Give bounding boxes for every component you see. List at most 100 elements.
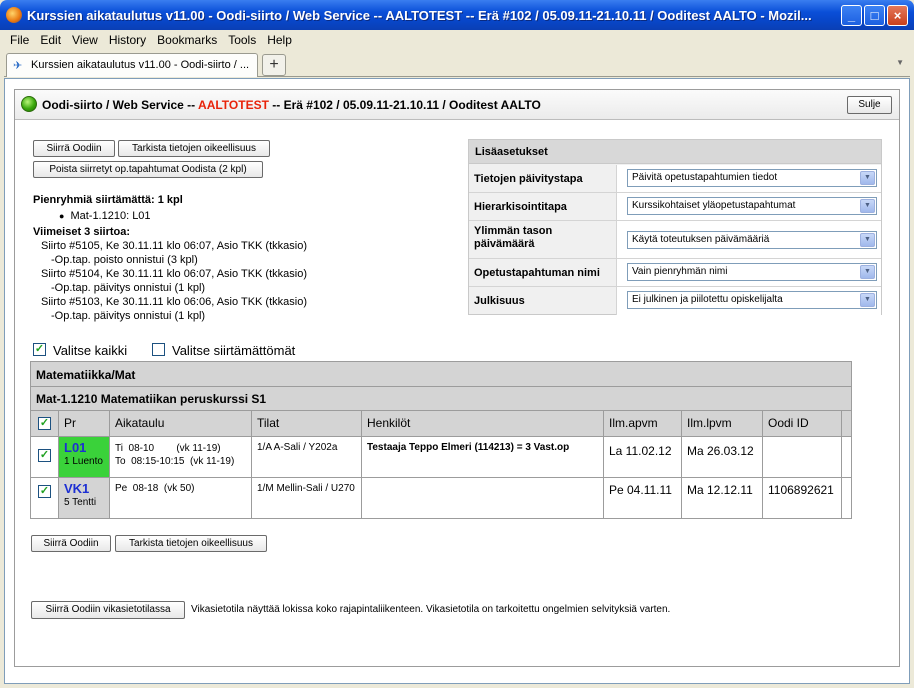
tab-strip: ✈ Kurssien aikataulutus v11.00 - Oodi-si… [4,50,910,77]
tab-label: Kurssien aikataulutus v11.00 - Oodi-siir… [31,59,250,71]
setting-label: Julkisuus [474,295,525,307]
persons-cell: Testaaja Teppo Elmeri (114213) = 3 Vast.… [362,437,604,477]
oodi-id-cell [763,437,842,477]
transfer-log-line: Siirto #5103, Ke 30.11.11 klo 06:06, Asi… [41,296,307,308]
status-ok-icon [21,96,37,112]
setting-row: Julkisuus Ei julkinen ja piilotettu opis… [469,287,881,315]
table-header-row: ✓ Pr Aikataulu Tilat Henkilöt Ilm.apvm I… [31,411,851,437]
transfer-button-bottom[interactable]: Siirrä Oodiin [31,535,111,552]
group-type: 5 Tentti [64,497,97,508]
close-window-button[interactable]: × [887,5,908,26]
window-titlebar: Kurssien aikataulutus v11.00 - Oodi-siir… [0,0,914,30]
table-row[interactable]: ✓ VK1 5 Tentti Pe 08-18 (vk 50) 1/M Mell… [31,478,851,518]
chevron-down-icon: ▼ [860,199,875,213]
setting-row: Ylimmän tason päivämäärä Käytä toteutuks… [469,221,881,259]
visibility-select[interactable]: Ei julkinen ja piilotettu opiskelijalta ▼ [627,291,877,309]
setting-row: Opetustapahtuman nimi Vain pienryhmän ni… [469,259,881,287]
chevron-down-icon: ▼ [860,265,875,279]
title-environment: AALTOTEST [198,98,269,112]
menu-edit[interactable]: Edit [34,30,66,47]
group-code-link[interactable]: VK1 [64,481,105,496]
select-all-checkbox[interactable]: ✓ [33,343,46,356]
verify-button-bottom[interactable]: Tarkista tietojen oikeellisuus [115,535,267,552]
window-title: Kurssien aikataulutus v11.00 - Oodi-siir… [27,8,812,23]
schedule-line: To 08:15-10:15 (vk 11-19) [115,456,235,467]
menu-help[interactable]: Help [261,30,297,47]
schedule-cell: Ti 08-10 (vk 11-19) To 08:15-10:15 (vk 11… [110,437,252,477]
menu-history[interactable]: History [103,30,151,47]
schedule-cell: Pe 08-18 (vk 50) [110,478,252,518]
start-date-cell: La 11.02.12 [604,437,682,477]
row-select-checkbox[interactable]: ✓ [38,485,51,498]
column-header[interactable]: Ilm.apvm [604,411,682,436]
course-name: Mat-1.1210 Matematiikan peruskurssi S1 [36,392,267,406]
setting-label: Opetustapahtuman nimi [474,267,600,279]
table-row[interactable]: ✓ L01 1 Luento Ti 08-10 (vk 11-19) To 08:… [31,437,851,478]
end-date-cell: Ma 26.03.12 [682,437,763,477]
recent-transfers-title: Viimeiset 3 siirtoa: [33,226,131,238]
menu-file[interactable]: File [4,30,34,47]
select-value: Vain pienryhmän nimi [632,266,728,277]
department-label: Matematiikka/Mat [36,368,136,382]
rooms-cell: 1/A A-Sali / Y202a [252,437,362,477]
column-header[interactable]: Tilat [252,411,362,436]
select-value: Ei julkinen ja piilotettu opiskelijalta [632,294,783,305]
course-name-row: Mat-1.1210 Matematiikan peruskurssi S1 [31,387,851,411]
top-level-date-select[interactable]: Käytä toteutuksen päivämääriä ▼ [627,231,877,249]
close-panel-button[interactable]: Sulje [847,96,892,114]
column-header[interactable]: Aikataulu [110,411,252,436]
untransferred-item-label: Mat-1.1210: L01 [70,210,151,222]
select-value: Käytä toteutuksen päivämääriä [632,234,770,245]
debug-note: Vikasietotila näyttää lokissa koko rajap… [191,604,671,615]
debug-transfer-button[interactable]: Siirrä Oodiin vikasietotilassa [31,601,185,619]
group-type: 1 Luento [64,456,103,467]
hierarchy-select[interactable]: Kurssikohtaiset yläopetustapahtumat ▼ [627,197,877,215]
menu-view[interactable]: View [66,30,103,47]
event-name-select[interactable]: Vain pienryhmän nimi ▼ [627,263,877,281]
browser-tab[interactable]: ✈ Kurssien aikataulutus v11.00 - Oodi-si… [6,53,258,77]
oodi-panel: Oodi-siirto / Web Service -- AALTOTEST -… [14,89,900,667]
end-date-cell: Ma 12.12.11 [682,478,763,518]
tab-list-chevron-icon[interactable]: ▼ [896,58,904,67]
settings-title: Lisäasetukset [469,140,881,164]
untransferred-item: ● Mat-1.1210: L01 [59,210,151,222]
group-code-link[interactable]: L01 [64,440,105,455]
bullet-icon: ● [59,211,65,221]
setting-label: Tietojen päivitystapa [474,173,583,185]
update-mode-select[interactable]: Päivitä opetustapahtumien tiedot ▼ [627,169,877,187]
schedule-line: Pe 08-18 (vk 50) [115,483,195,494]
header-select-checkbox[interactable]: ✓ [38,417,51,430]
new-tab-button[interactable]: + [262,54,286,76]
transfer-button[interactable]: Siirrä Oodiin [33,140,115,157]
title-prefix: Oodi-siirto / Web Service -- [42,98,199,112]
setting-row: Tietojen päivitystapa Päivitä opetustapa… [469,165,881,193]
remove-transferred-button[interactable]: Poista siirretyt op.tapahtumat Oodista (… [33,161,263,178]
select-all-label: Valitse kaikki [53,343,128,358]
chevron-down-icon: ▼ [860,171,875,185]
verify-button[interactable]: Tarkista tietojen oikeellisuus [118,140,270,157]
group-cell: L01 1 Luento [59,437,110,477]
select-untransferred-label: Valitse siirtämättömät [172,343,296,358]
title-suffix: -- Erä #102 / 05.09.11-21.10.11 / Oodite… [268,98,541,112]
course-table: Matematiikka/Mat Mat-1.1210 Matematiikan… [30,361,852,519]
firefox-icon [6,7,22,23]
panel-header: Oodi-siirto / Web Service -- AALTOTEST -… [15,90,899,120]
minimize-button[interactable]: _ [841,5,862,26]
setting-row: Hierarkisointitapa Kurssikohtaiset yläop… [469,193,881,221]
menu-bookmarks[interactable]: Bookmarks [151,30,222,47]
column-header[interactable]: Ilm.lpvm [682,411,763,436]
column-header[interactable]: Oodi ID [763,411,842,436]
schedule-line: Ti 08-10 (vk 11-19) [115,443,221,454]
maximize-button[interactable]: □ [864,5,885,26]
row-select-checkbox[interactable]: ✓ [38,449,51,462]
column-header[interactable]: Henkilöt [362,411,604,436]
menu-bar: File Edit View History Bookmarks Tools Help [4,30,910,50]
select-untransferred-checkbox[interactable] [152,343,165,356]
page-title: Oodi-siirto / Web Service -- AALTOTEST -… [42,98,541,112]
column-header[interactable]: Pr [59,411,110,436]
select-value: Kurssikohtaiset yläopetustapahtumat [632,200,796,211]
transfer-log-result: -Op.tap. päivitys onnistui (1 kpl) [51,310,206,322]
chevron-down-icon: ▼ [860,293,875,307]
rooms-cell: 1/M Mellin-Sali / U270 [252,478,362,518]
menu-tools[interactable]: Tools [222,30,261,47]
